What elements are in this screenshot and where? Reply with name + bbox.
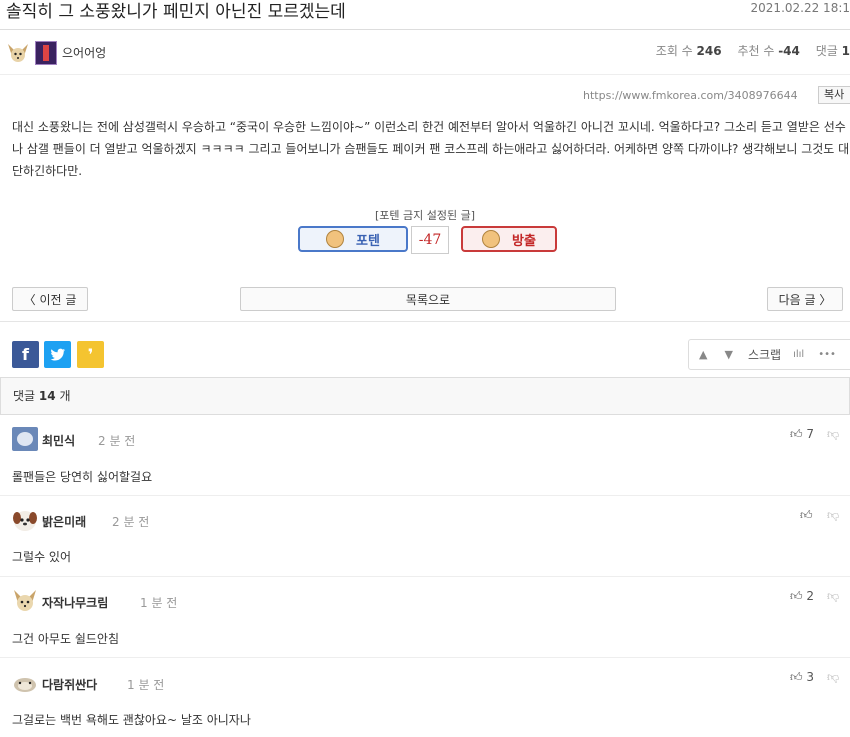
commenter-avatar-icon[interactable] bbox=[12, 427, 38, 451]
author-divider bbox=[0, 74, 850, 75]
comment-like-button[interactable]: 👍︎ 3 bbox=[790, 670, 814, 685]
nav-divider bbox=[0, 321, 850, 322]
scrap-button[interactable]: 스크랩 bbox=[748, 346, 781, 363]
comment-text: 그걸로는 백번 욕해도 괜찮아요~ 날조 아니자나 bbox=[12, 713, 251, 727]
comment-like-button[interactable]: 👍︎ bbox=[800, 508, 813, 523]
more-options-icon[interactable]: ••• bbox=[818, 349, 836, 360]
next-post-button[interactable]: 다음 글 〉 bbox=[767, 287, 843, 311]
comment-divider bbox=[0, 657, 850, 658]
comment-text: 그럴수 있어 bbox=[12, 550, 72, 564]
comment-time: 2 분 전 bbox=[98, 434, 136, 448]
scroll-up-icon[interactable]: ▲ bbox=[699, 348, 707, 361]
thumbs-down-icon[interactable]: 👎︎ bbox=[827, 427, 839, 442]
post-date: 2021.02.22 18:1 bbox=[750, 1, 850, 15]
comment-text: 롤팬들은 당연히 싫어할걸요 bbox=[12, 470, 153, 484]
copy-url-button[interactable]: 복사 bbox=[818, 86, 850, 104]
prev-post-button[interactable]: 〈 이전 글 bbox=[12, 287, 88, 311]
views-count: 246 bbox=[696, 44, 722, 58]
comment-divider bbox=[0, 576, 850, 577]
comment-like-button[interactable]: 👍︎ 2 bbox=[790, 589, 814, 604]
views-label: 조회 수 bbox=[655, 44, 693, 58]
thumbs-up-icon: 👍︎ bbox=[800, 508, 813, 522]
post-toolbar: ▲ ▼ 스크랩 ılıl ••• bbox=[688, 339, 850, 370]
bangchul-vote-button[interactable]: 방출 bbox=[461, 226, 557, 252]
post-title: 솔직히 그 소풍왔니가 페민지 아닌진 모르겠는데 bbox=[6, 2, 346, 22]
thumbs-up-icon: 👍︎ bbox=[790, 670, 803, 684]
comments-header: 댓글 14 개 bbox=[0, 377, 850, 415]
smile-face-icon bbox=[326, 230, 345, 248]
comment-author[interactable]: 다람쥐싼다 bbox=[42, 676, 97, 693]
comment-author[interactable]: 최민식 bbox=[42, 432, 75, 449]
comment-time: 1 분 전 bbox=[140, 596, 178, 610]
potten-banned-label: [포텐 금지 설정된 글] bbox=[374, 209, 476, 222]
recommend-count: -44 bbox=[778, 44, 800, 58]
thumbs-up-icon: 👍︎ bbox=[790, 427, 803, 441]
potten-label: 포텐 bbox=[356, 233, 380, 249]
commenter-avatar-icon[interactable] bbox=[12, 508, 38, 532]
vote-count: -47 bbox=[411, 226, 449, 254]
comment-like-count: 7 bbox=[806, 427, 815, 441]
thumbs-down-icon[interactable]: 👎︎ bbox=[827, 589, 839, 604]
list-button[interactable]: 목록으로 bbox=[240, 287, 616, 311]
comments-header-unit: 개 bbox=[59, 389, 71, 403]
post-body: 대신 소풍왔니는 전에 삼성갤럭시 우승하고 “중국이 우승한 느낌이야~” 이… bbox=[12, 120, 850, 178]
twitter-share-icon[interactable] bbox=[44, 341, 71, 368]
comments-label: 댓글 bbox=[815, 44, 838, 58]
comments-count: 1 bbox=[841, 44, 850, 58]
comment-author[interactable]: 밝은미래 bbox=[42, 513, 86, 530]
post-stats: 조회 수 246 추천 수 -44 댓글 1 bbox=[656, 42, 850, 59]
recommend-label: 추천 수 bbox=[737, 44, 775, 58]
thumbs-up-icon: 👍︎ bbox=[790, 589, 803, 603]
author-name[interactable]: 으어어엉 bbox=[62, 44, 106, 61]
comment-time: 2 분 전 bbox=[112, 515, 150, 529]
comments-header-count: 14 bbox=[38, 389, 56, 403]
comment-like-count: 2 bbox=[806, 589, 815, 603]
comments-header-label: 댓글 bbox=[13, 389, 36, 403]
post-url[interactable]: https://www.fmkorea.com/3408976644 bbox=[583, 89, 798, 102]
potten-vote-button[interactable]: 포텐 bbox=[298, 226, 408, 252]
comment-author[interactable]: 자작나무크림 bbox=[42, 594, 108, 611]
author-avatar-icon[interactable] bbox=[6, 42, 30, 64]
title-divider bbox=[0, 29, 850, 30]
comment-like-button[interactable]: 👍︎ 7 bbox=[790, 427, 814, 442]
comment-text: 그건 아무도 쉴드안침 bbox=[12, 632, 119, 646]
angry-face-icon bbox=[482, 230, 501, 248]
author-badge-icon bbox=[35, 41, 57, 65]
commenter-avatar-icon[interactable] bbox=[12, 589, 38, 613]
comment-divider bbox=[0, 495, 850, 496]
bangchul-label: 방출 bbox=[512, 233, 536, 249]
stats-chart-icon[interactable]: ılıl bbox=[793, 349, 804, 360]
thumbs-down-icon[interactable]: 👎︎ bbox=[827, 670, 839, 685]
commenter-avatar-icon[interactable] bbox=[12, 674, 38, 694]
facebook-share-icon[interactable]: f bbox=[12, 341, 39, 368]
comment-like-count: 3 bbox=[806, 670, 815, 684]
scroll-down-icon[interactable]: ▼ bbox=[724, 348, 732, 361]
thumbs-down-icon[interactable]: 👎︎ bbox=[827, 508, 839, 523]
kakao-share-icon[interactable]: ❜ bbox=[77, 341, 104, 368]
comment-time: 1 분 전 bbox=[127, 678, 165, 692]
